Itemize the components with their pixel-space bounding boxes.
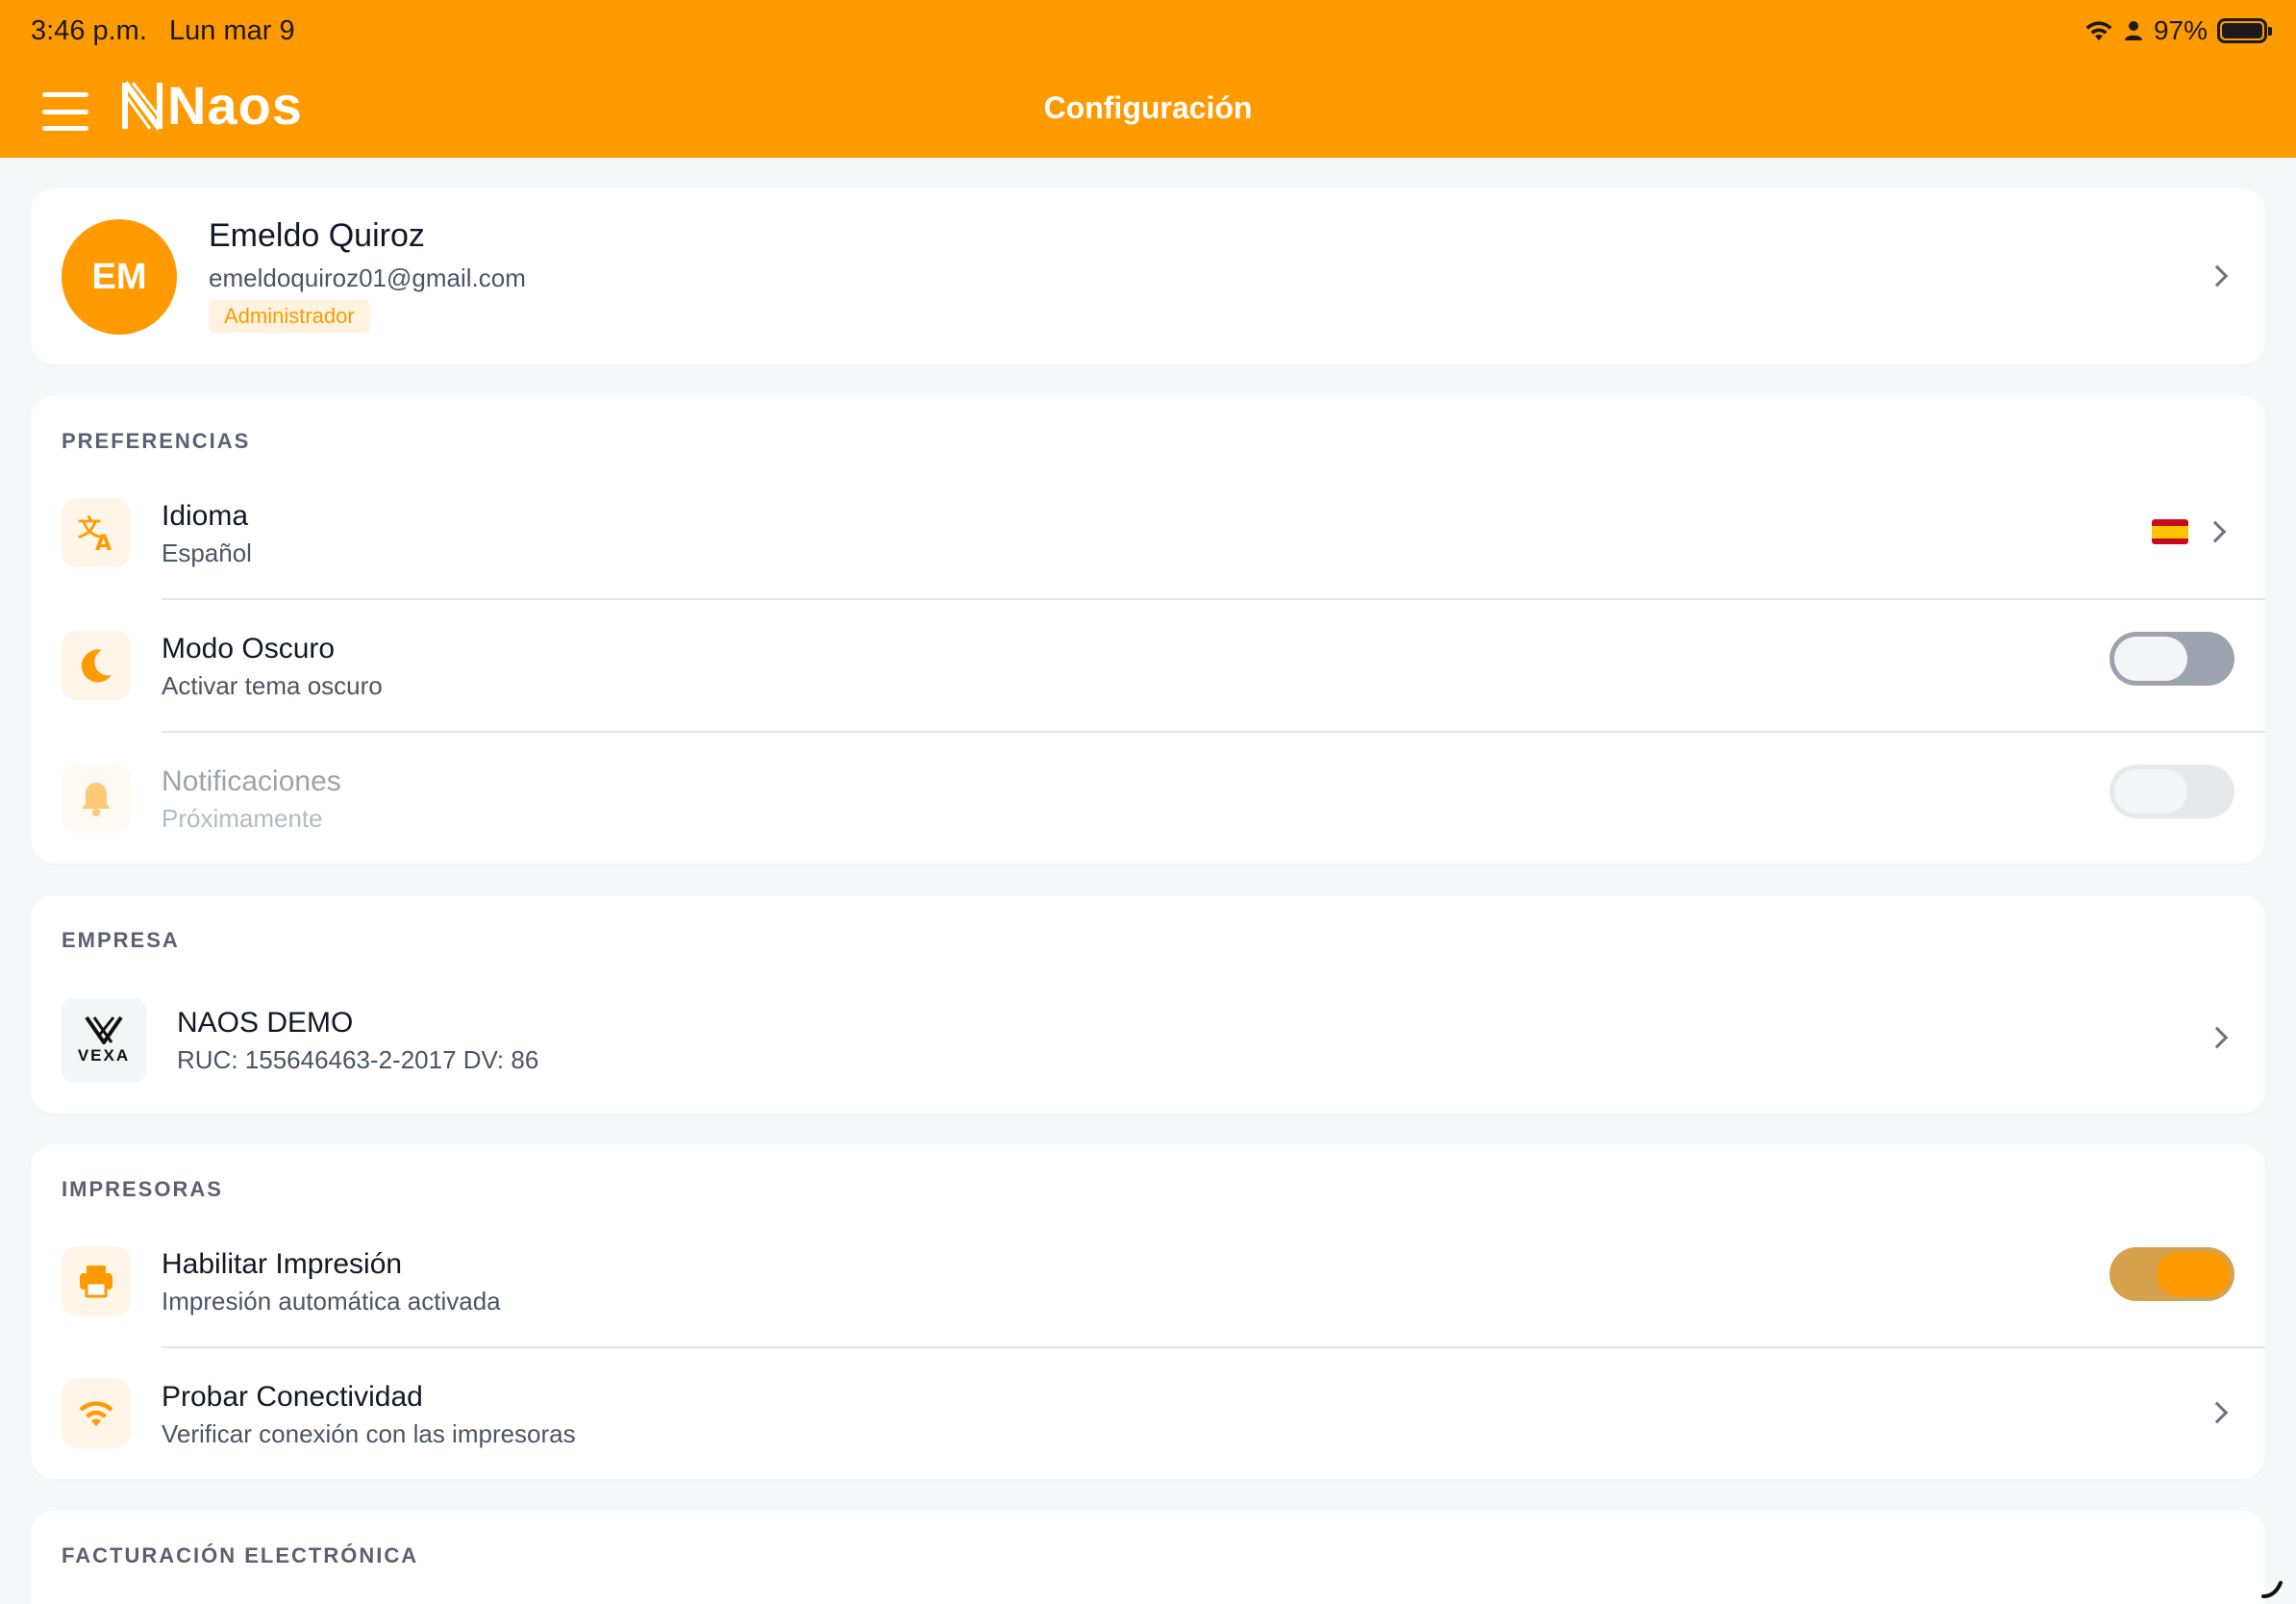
section-title-preferences: PREFERENCIAS	[62, 429, 251, 453]
wifi-icon	[62, 1379, 131, 1448]
printers-card: IMPRESORAS Habilitar Impresión Impresión…	[31, 1144, 2265, 1479]
notifications-toggle	[2109, 764, 2234, 818]
divider	[162, 1346, 2265, 1348]
page-title: Configuración	[1043, 90, 1253, 125]
spain-flag-icon	[2152, 519, 2188, 544]
section-title-company: EMPRESA	[62, 928, 180, 952]
vexa-logo: VEXA	[62, 998, 146, 1083]
chevron-right-icon	[2206, 1401, 2229, 1424]
test-connectivity-title: Probar Conectividad	[162, 1381, 423, 1413]
loading-spinner-icon	[2261, 1581, 2283, 1598]
company-name: NAOS DEMO	[177, 1007, 354, 1039]
enable-print-subtitle: Impresión automática activada	[162, 1287, 501, 1316]
profile-card[interactable]: EM Emeldo Quiroz emeldoquiroz01@gmail.co…	[31, 188, 2265, 364]
avatar: EM	[62, 219, 177, 335]
chevron-right-icon	[2204, 520, 2227, 543]
moon-icon	[62, 631, 131, 700]
role-badge: Administrador	[209, 300, 370, 333]
chevron-right-icon	[2206, 264, 2229, 288]
printer-icon	[62, 1246, 131, 1316]
notifications-title: Notificaciones	[162, 765, 341, 797]
vexa-logo-label: VEXA	[77, 1046, 131, 1065]
preferences-card: PREFERENCIAS 文 A Idioma Español Modo Osc…	[31, 396, 2265, 864]
dark-mode-title: Modo Oscuro	[162, 633, 336, 664]
divider	[162, 731, 2265, 733]
status-date: Lun mar 9	[169, 15, 295, 46]
test-connectivity-subtitle: Verificar conexión con las impresoras	[162, 1419, 576, 1448]
divider	[162, 598, 2265, 600]
battery-icon	[2217, 18, 2272, 43]
profile-email: emeldoquiroz01@gmail.com	[209, 263, 526, 292]
language-title: Idioma	[162, 500, 249, 532]
bell-icon	[62, 764, 131, 833]
dark-mode-subtitle: Activar tema oscuro	[162, 671, 383, 700]
enable-print-title: Habilitar Impresión	[162, 1248, 403, 1280]
vexa-logo-icon	[85, 1015, 123, 1044]
battery-percent: 97%	[2153, 15, 2208, 45]
notifications-subtitle: Próximamente	[162, 804, 323, 833]
app-header: 3:46 p.m. Lun mar 9 97% Naos Configuraci…	[0, 0, 2296, 158]
company-card: EMPRESA VEXA NAOS DEMO RUC: 155646463-2-…	[31, 895, 2265, 1114]
wifi-status-icon	[2085, 21, 2112, 40]
company-ruc: RUC: 155646463-2-2017 DV: 86	[177, 1045, 539, 1074]
dark-mode-toggle[interactable]	[2109, 632, 2234, 686]
translate-icon: 文 A	[62, 498, 131, 567]
svg-text:A: A	[95, 532, 112, 553]
profile-name: Emeldo Quiroz	[209, 217, 425, 254]
settings-screen: 3:46 p.m. Lun mar 9 97% Naos Configuraci…	[0, 0, 2296, 1604]
chevron-right-icon	[2206, 1026, 2229, 1049]
enable-print-toggle[interactable]	[2109, 1247, 2234, 1301]
status-indicators: 97%	[2084, 13, 2272, 48]
person-status-icon	[2124, 21, 2142, 40]
invoicing-card: FACTURACIÓN ELECTRÓNICA	[31, 1511, 2265, 1604]
status-time: 3:46 p.m.	[31, 15, 147, 46]
section-title-invoicing: FACTURACIÓN ELECTRÓNICA	[62, 1543, 419, 1567]
language-value: Español	[162, 539, 252, 567]
section-title-printers: IMPRESORAS	[62, 1177, 223, 1201]
